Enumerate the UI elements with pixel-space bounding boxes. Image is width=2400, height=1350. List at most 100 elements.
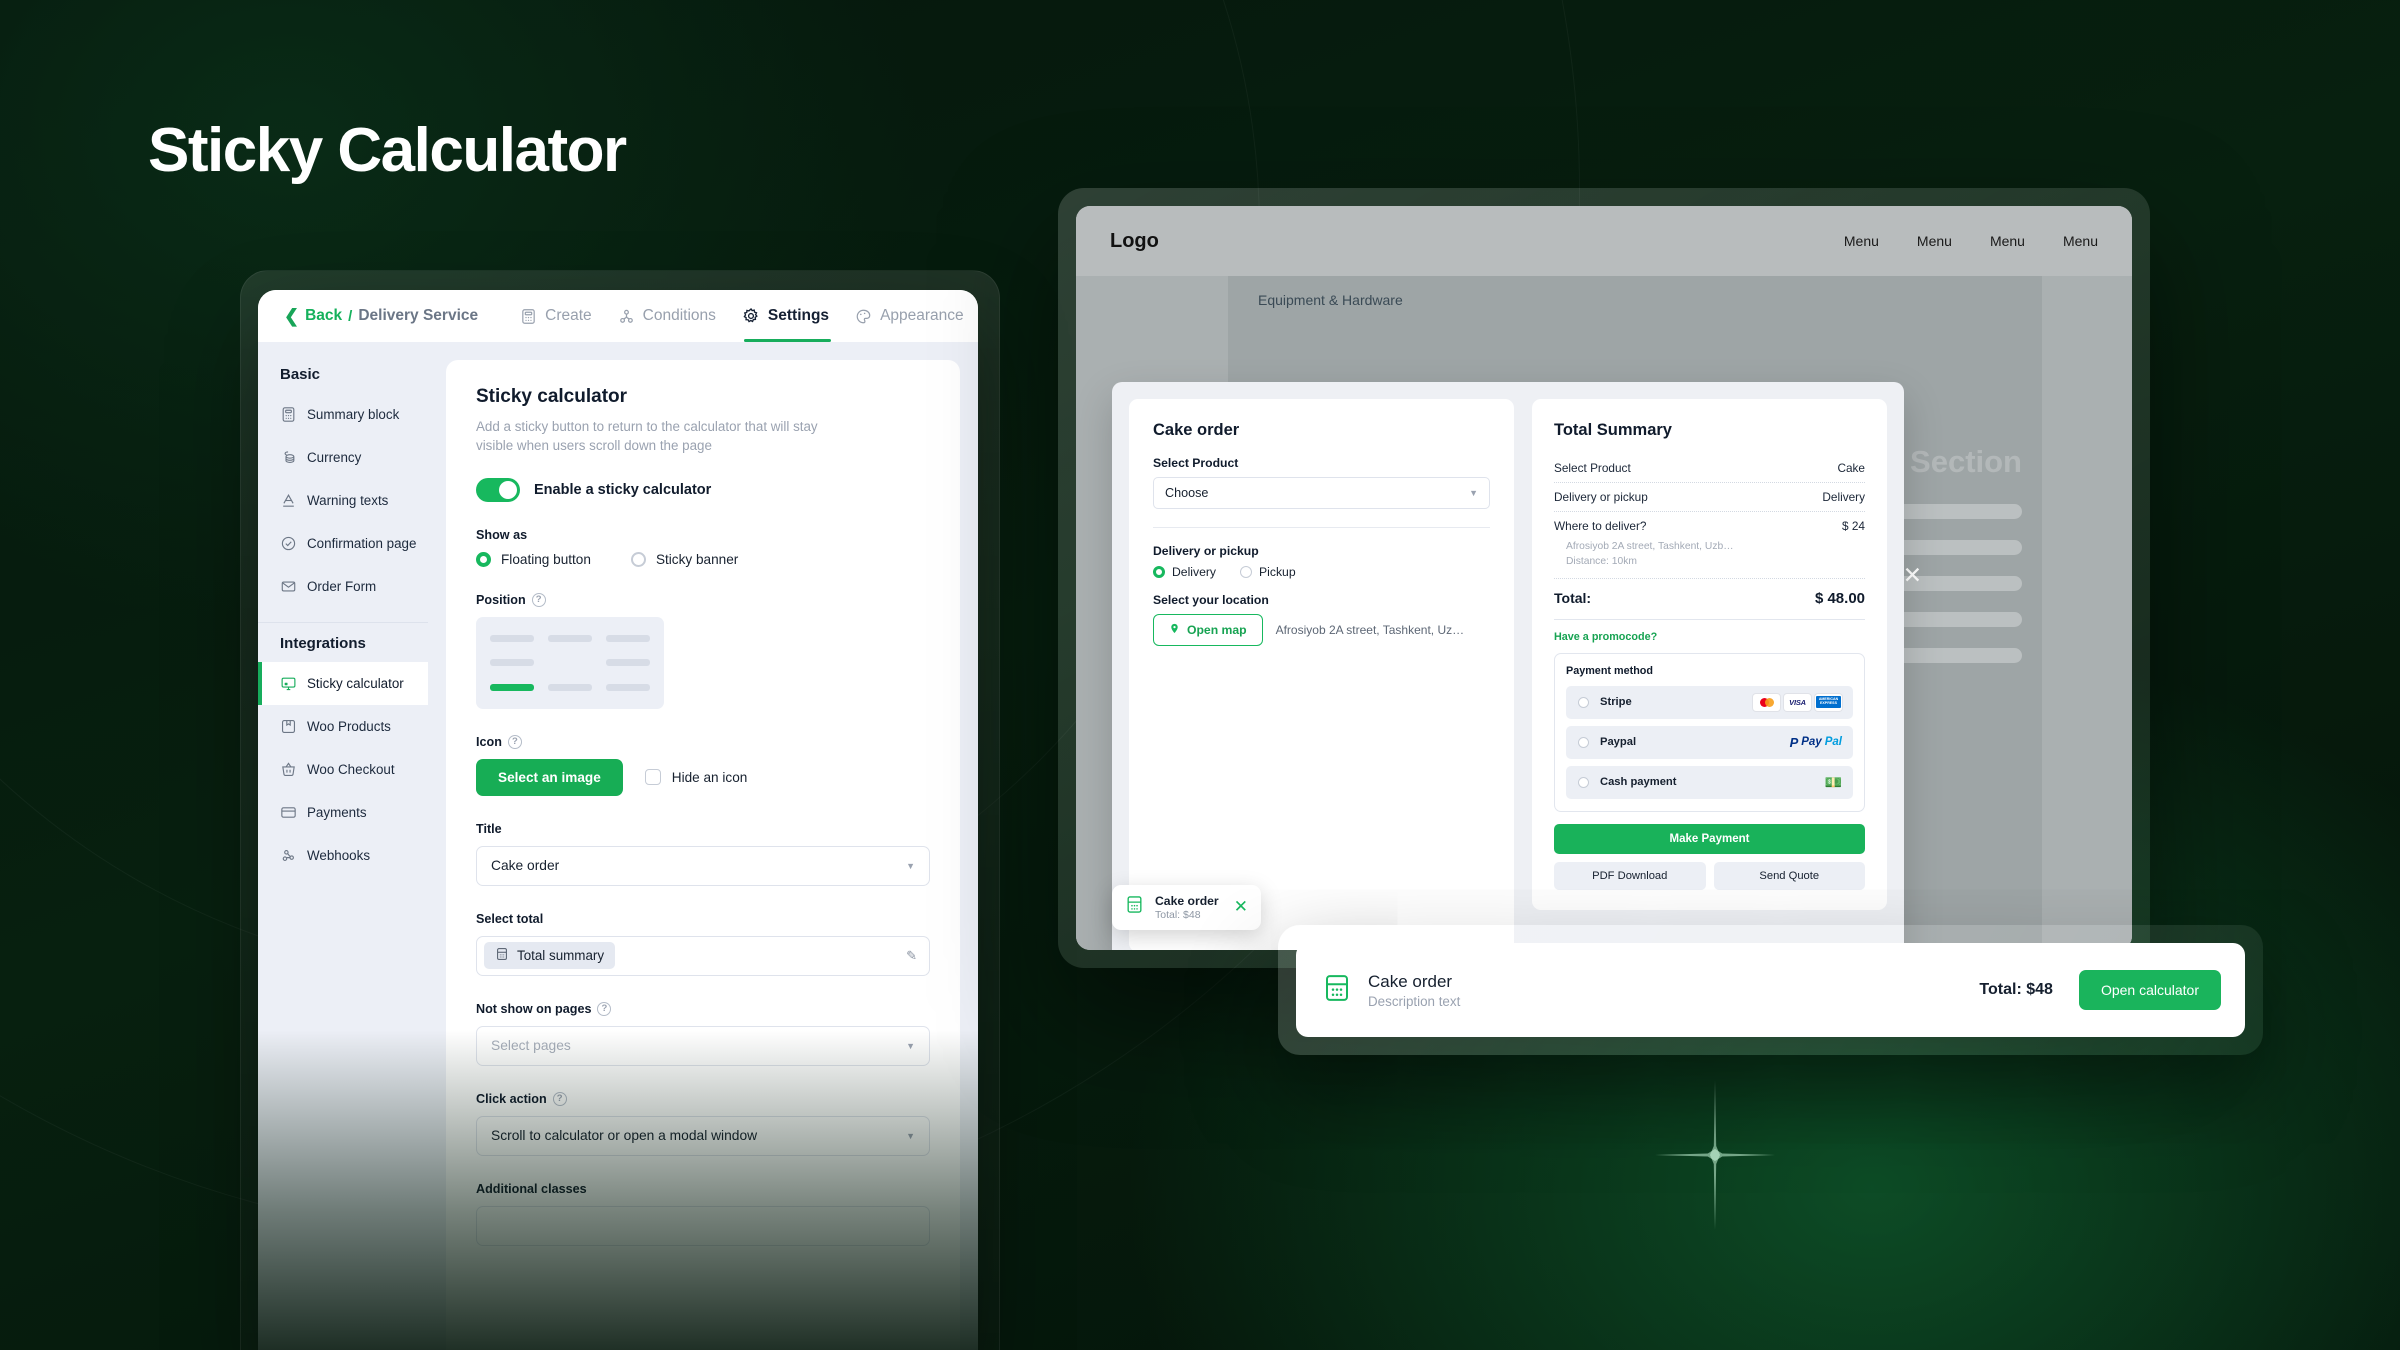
open-map-button[interactable]: Open map	[1153, 614, 1263, 646]
menu-item[interactable]: Menu	[2063, 233, 2098, 249]
tab-create[interactable]: Create	[520, 290, 592, 342]
position-cell-selected[interactable]	[490, 684, 534, 692]
pencil-icon[interactable]: ✎	[906, 948, 917, 964]
radio-label: Delivery	[1172, 565, 1217, 579]
help-icon[interactable]: ?	[507, 734, 522, 749]
floating-calculator-pill[interactable]: Cake order Total: $48 ✕	[1112, 884, 1261, 930]
sidebar-item-payments[interactable]: Payments	[258, 791, 428, 834]
title-field[interactable]: Cake order ▼	[476, 845, 930, 886]
additional-classes-label: Additional classes	[476, 1181, 587, 1196]
tab-label: Settings	[767, 307, 830, 324]
enable-sticky-calculator-toggle[interactable]	[476, 477, 520, 502]
chevron-down-icon: ▼	[1469, 488, 1478, 498]
payment-option-paypal[interactable]: Paypal P Pay Pal	[1566, 725, 1853, 759]
sidebar-divider	[258, 622, 428, 623]
position-cell[interactable]	[606, 684, 650, 692]
summary-total-row: Total: $ 48.00	[1554, 579, 1865, 620]
sidebar-item-order-form[interactable]: Order Form	[258, 565, 428, 608]
radio-pickup[interactable]: Pickup	[1240, 565, 1296, 579]
site-breadcrumb: Equipment & Hardware	[1258, 292, 1403, 308]
sticky-banner-title: Cake order	[1368, 972, 1453, 992]
sidebar-item-warning-texts[interactable]: Warning texts	[258, 479, 428, 522]
hide-an-icon-checkbox-row[interactable]: Hide an icon	[644, 769, 747, 786]
help-icon[interactable]: ?	[597, 1001, 612, 1016]
sticky-calculator-card: Sticky calculator Add a sticky button to…	[446, 360, 960, 1350]
menu-item[interactable]: Menu	[1844, 233, 1879, 249]
click-action-select[interactable]: Scroll to calculator or open a modal win…	[476, 1115, 930, 1156]
sidebar-item-label: Warning texts	[307, 493, 389, 508]
browser-mockup-frame: Logo Menu Menu Menu Menu Equipment & Har…	[1058, 188, 2150, 968]
tab-conditions[interactable]: Conditions	[618, 290, 716, 342]
position-cell[interactable]	[548, 659, 592, 666]
not-show-on-pages-select[interactable]: Select pages ▼	[476, 1025, 930, 1066]
sidebar-item-confirmation-page[interactable]: Confirmation page	[258, 522, 428, 565]
gear-icon	[742, 307, 760, 325]
position-cell[interactable]	[606, 659, 650, 667]
radio-label: Floating button	[501, 551, 591, 567]
select-product-dropdown[interactable]: Choose ▼	[1153, 477, 1490, 509]
hide-an-icon-checkbox[interactable]	[644, 769, 661, 786]
position-cell[interactable]	[548, 634, 592, 642]
payment-option-stripe[interactable]: Stripe VISA AMERICAN EXPRESS	[1566, 685, 1853, 719]
radio-sticky-banner[interactable]: Sticky banner	[630, 551, 738, 567]
position-cell[interactable]	[606, 634, 650, 642]
sidebar-item-summary-block[interactable]: Summary block	[258, 393, 428, 436]
summary-address: Afrosiyob 2A street, Tashkent, Uzb…	[1566, 541, 1734, 552]
form-divider	[1153, 527, 1490, 528]
enable-sticky-calculator-row[interactable]: Enable a sticky calculator	[476, 477, 930, 502]
summary-row-label: Where to deliver?	[1554, 519, 1647, 533]
site-logo: Logo	[1110, 229, 1159, 252]
open-calculator-button[interactable]: Open calculator	[2078, 970, 2221, 1010]
settings-window: ❮ Back / Delivery Service Create Conditi…	[258, 290, 978, 1350]
tab-appearance[interactable]: Appearance	[855, 290, 964, 342]
tab-settings[interactable]: Settings	[742, 290, 832, 342]
close-icon[interactable]: ✕	[1234, 897, 1248, 917]
site-navbar: Logo Menu Menu Menu Menu	[1076, 206, 2132, 276]
chip-label: Total summary	[517, 948, 605, 964]
sidebar-item-woo-checkout[interactable]: Woo Checkout	[258, 748, 428, 791]
chevron-left-icon: ❮	[284, 306, 300, 326]
payment-option-cash[interactable]: Cash payment 💵	[1566, 765, 1853, 799]
select-product-value: Choose	[1165, 486, 1209, 500]
card-title: Sticky calculator	[476, 386, 628, 407]
send-quote-button[interactable]: Send Quote	[1713, 861, 1865, 890]
position-cell[interactable]	[490, 634, 534, 642]
total-summary-chip[interactable]: Total summary	[484, 942, 616, 970]
sidebar-item-label: Woo Checkout	[307, 762, 395, 777]
pdf-download-button[interactable]: PDF Download	[1554, 861, 1706, 890]
radio-floating-button[interactable]: Floating button	[476, 551, 591, 567]
promocode-link[interactable]: Have a promocode?	[1554, 620, 1865, 653]
sidebar-item-woo-products[interactable]: Woo Products	[258, 705, 428, 748]
select-an-image-button[interactable]: Select an image	[476, 758, 623, 796]
site-right-column	[2042, 276, 2132, 950]
palette-icon	[855, 308, 872, 325]
sidebar-item-currency[interactable]: Currency	[258, 436, 428, 479]
breadcrumb[interactable]: ❮ Back / Delivery Service	[284, 307, 478, 325]
radio-dot	[476, 551, 491, 567]
help-icon[interactable]: ?	[531, 592, 546, 607]
close-icon[interactable]: ✕	[1903, 564, 1922, 587]
visa-icon: VISA	[1784, 693, 1811, 711]
additional-classes-input[interactable]	[476, 1205, 930, 1246]
toggle-knob	[499, 480, 517, 499]
select-total-field[interactable]: Total summary ✎	[476, 935, 930, 976]
sticky-banner-total-value: $48	[2026, 981, 2053, 998]
position-picker[interactable]	[476, 616, 664, 709]
map-pin-icon	[1169, 622, 1180, 638]
position-label-text: Position	[476, 592, 526, 607]
floating-pill-texts: Cake order Total: $48	[1155, 894, 1219, 921]
position-cell[interactable]	[490, 659, 534, 667]
radio-delivery[interactable]: Delivery	[1153, 565, 1216, 579]
menu-item[interactable]: Menu	[1990, 233, 2025, 249]
payment-option-label: Paypal	[1600, 736, 1637, 749]
help-icon[interactable]: ?	[552, 1091, 567, 1106]
sidebar-item-webhooks[interactable]: Webhooks	[258, 834, 428, 877]
site-menu: Menu Menu Menu Menu	[1844, 233, 2098, 249]
show-as-radio-group: Floating button Sticky banner	[476, 551, 930, 567]
back-link[interactable]: Back	[305, 307, 342, 325]
position-cell[interactable]	[548, 684, 592, 692]
menu-item[interactable]: Menu	[1917, 233, 1952, 249]
sidebar-item-label: Currency	[307, 450, 362, 465]
sidebar-item-sticky-calculator[interactable]: Sticky calculator	[258, 662, 428, 705]
make-payment-button[interactable]: Make Payment	[1554, 823, 1865, 854]
